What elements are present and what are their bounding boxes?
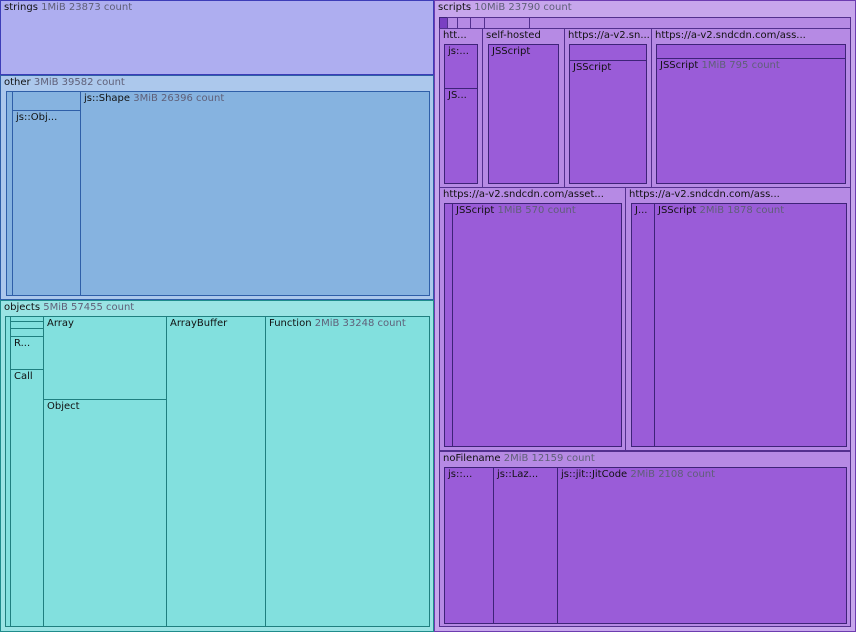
r-label: R... [14,338,31,349]
nofilename-label: noFilename 2MiB 12159 count [443,453,595,464]
strings-label: strings 1MiB 23873 count [4,2,133,13]
asset4-group[interactable]: https://a-v2.sndcdn.com/ass... J... JSSc… [625,187,851,451]
js-shape-label: js::Shape 3MiB 26396 count [84,93,225,104]
function-cell[interactable]: Function 2MiB 33248 count [265,316,430,627]
self-hosted-label: self-hosted [486,30,541,41]
objects-label: objects 5MiB 57455 count [4,302,135,313]
scripts-label: scripts 10MiB 23790 count [438,2,572,13]
objects-block[interactable]: objects 5MiB 57455 count R... Call Array… [0,300,434,632]
asset4-label: https://a-v2.sndcdn.com/ass... [629,189,780,200]
asn2-small-cell[interactable] [656,44,846,59]
other-label: other 3MiB 39582 count [4,77,125,88]
nofilename-js-label: js::... [448,469,473,480]
other-cell-top[interactable] [12,91,81,111]
nofilename-js-cell[interactable]: js::... [444,467,494,624]
asset3-label: https://a-v2.sndcdn.com/asset... [443,189,604,200]
array-label: Array [47,318,74,329]
strings-block[interactable]: strings 1MiB 23873 count [0,0,434,75]
js-obj-label: js::Obj... [16,112,58,123]
object-label: Object [47,401,80,412]
array-cell[interactable]: Array [43,316,167,400]
htt-label: htt... [443,30,467,41]
asset3-jsscript-cell[interactable]: JSScript 1MiB 570 count [452,203,622,447]
function-label: Function 2MiB 33248 count [269,318,406,329]
nofilename-group[interactable]: noFilename 2MiB 12159 count js::... js::… [439,451,851,627]
htt-js-label: js:... [448,46,469,57]
asset4-j-label: J... [635,205,648,216]
asn2-jsscript-label: JSScript 1MiB 795 count [660,60,780,71]
r-cell[interactable]: R... [10,336,44,370]
htt-js-cell[interactable]: js:... [444,44,478,89]
asset3-group[interactable]: https://a-v2.sndcdn.com/asset... JSScrip… [439,187,626,451]
asn1-jsscript-cell[interactable]: JSScript [569,60,647,184]
self-hosted-jsscript-label: JSScript [492,46,531,57]
asset3-jsscript-label: JSScript 1MiB 570 count [456,205,576,216]
asn1-group[interactable]: https://a-v2.sn... JSScript [564,28,652,188]
asn2-group[interactable]: https://a-v2.sndcdn.com/ass... JSScript … [651,28,851,188]
htt-group[interactable]: htt... js:... JS... [439,28,483,188]
asset4-j-cell[interactable]: J... [631,203,655,447]
js-obj-cell[interactable]: js::Obj... [12,110,81,296]
other-block[interactable]: other 3MiB 39582 count js::Obj... js::Sh… [0,75,434,300]
call-label: Call [14,371,33,382]
htt-jsscript-label: JS... [448,90,467,101]
asn1-label: https://a-v2.sn... [568,30,650,41]
htt-jsscript-cell[interactable]: JS... [444,88,478,184]
asn1-small-cell[interactable] [569,44,647,61]
self-hosted-jsscript-cell[interactable]: JSScript [488,44,559,184]
object-cell[interactable]: Object [43,399,167,627]
jitcode-label: js::jit::JitCode 2MiB 2108 count [561,469,716,480]
call-cell[interactable]: Call [10,369,44,627]
jitcode-cell[interactable]: js::jit::JitCode 2MiB 2108 count [557,467,847,624]
asn2-label: https://a-v2.sndcdn.com/ass... [655,30,806,41]
arraybuffer-cell[interactable]: ArrayBuffer [166,316,266,627]
scripts-block[interactable]: scripts 10MiB 23790 count htt... js:... … [434,0,856,632]
self-hosted-group[interactable]: self-hosted JSScript [482,28,565,188]
asset4-jsscript-cell[interactable]: JSScript 2MiB 1878 count [654,203,847,447]
js-shape-cell[interactable]: js::Shape 3MiB 26396 count [80,91,430,296]
arraybuffer-label: ArrayBuffer [170,318,228,329]
asn2-jsscript-cell[interactable]: JSScript 1MiB 795 count [656,58,846,184]
asn1-jsscript-label: JSScript [573,62,612,73]
js-laz-cell[interactable]: js::Laz... [493,467,558,624]
js-laz-label: js::Laz... [497,469,539,480]
asset4-jsscript-label: JSScript 2MiB 1878 count [658,205,785,216]
